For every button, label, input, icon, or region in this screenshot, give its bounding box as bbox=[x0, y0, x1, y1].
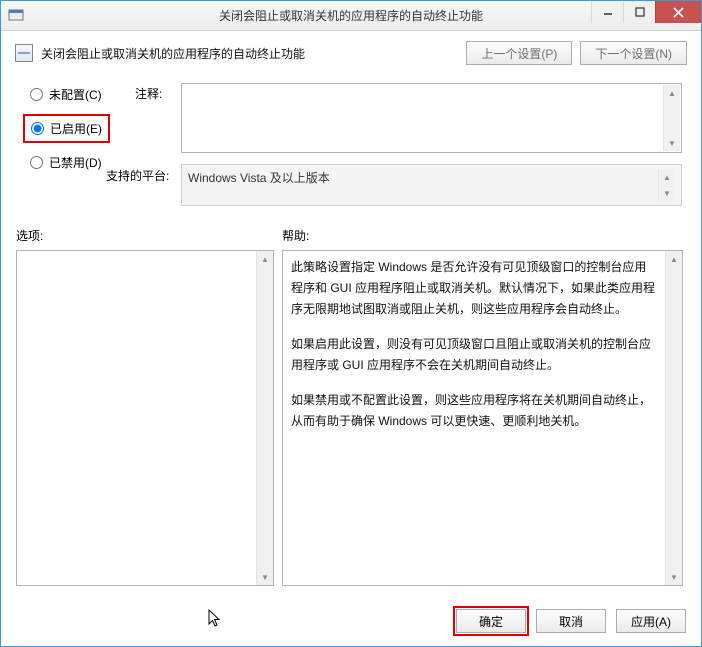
dialog-footer: 确定 取消 应用(A) bbox=[456, 609, 686, 633]
maximize-button[interactable] bbox=[623, 1, 655, 23]
radio-enabled-label: 已启用(E) bbox=[50, 120, 102, 137]
scroll-up-icon[interactable]: ▲ bbox=[666, 251, 682, 267]
radio-disabled[interactable]: 已禁用(D) bbox=[26, 152, 107, 173]
options-panel: ▲ ▼ bbox=[16, 250, 274, 586]
radio-enabled-input[interactable] bbox=[31, 122, 44, 135]
help-panel: 此策略设置指定 Windows 是否允许没有可见顶级窗口的控制台应用程序和 GU… bbox=[282, 250, 683, 586]
help-paragraph-1: 此策略设置指定 Windows 是否允许没有可见顶级窗口的控制台应用程序和 GU… bbox=[291, 257, 657, 320]
scroll-up-icon: ▲ bbox=[659, 169, 675, 185]
scroll-down-icon: ▼ bbox=[659, 185, 675, 201]
platform-scrollbar: ▲ ▼ bbox=[658, 169, 675, 201]
help-paragraph-3: 如果禁用或不配置此设置，则这些应用程序将在关机期间自动终止，从而有助于确保 Wi… bbox=[291, 390, 657, 432]
comment-scrollbar[interactable]: ▲ ▼ bbox=[663, 85, 680, 151]
help-label: 帮助: bbox=[282, 227, 309, 244]
supported-on-box: Windows Vista 及以上版本 ▲ ▼ bbox=[181, 164, 682, 206]
radio-disabled-label: 已禁用(D) bbox=[49, 154, 102, 171]
scroll-down-icon[interactable]: ▼ bbox=[666, 569, 682, 585]
supported-on-text: Windows Vista 及以上版本 bbox=[188, 169, 658, 201]
comment-label: 注释: bbox=[135, 85, 162, 102]
supported-on-label: 支持的平台: bbox=[106, 167, 169, 184]
radio-disabled-input[interactable] bbox=[30, 156, 43, 169]
previous-setting-button[interactable]: 上一个设置(P) bbox=[466, 41, 572, 65]
radio-not-configured[interactable]: 未配置(C) bbox=[26, 84, 107, 105]
title-bar: 关闭会阻止或取消关机的应用程序的自动终止功能 bbox=[1, 1, 701, 31]
policy-icon bbox=[15, 44, 33, 62]
options-scrollbar[interactable]: ▲ ▼ bbox=[256, 251, 273, 585]
radio-enabled[interactable]: 已启用(E) bbox=[26, 117, 107, 140]
ok-button[interactable]: 确定 bbox=[456, 609, 526, 633]
comment-textarea[interactable]: ▲ ▼ bbox=[181, 83, 682, 153]
scroll-down-icon[interactable]: ▼ bbox=[257, 569, 273, 585]
help-scrollbar[interactable]: ▲ ▼ bbox=[665, 251, 682, 585]
radio-not-configured-input[interactable] bbox=[30, 88, 43, 101]
next-setting-button[interactable]: 下一个设置(N) bbox=[580, 41, 687, 65]
system-icon bbox=[8, 8, 24, 24]
help-paragraph-2: 如果启用此设置，则没有可见顶级窗口且阻止或取消关机的控制台应用程序或 GUI 应… bbox=[291, 334, 657, 376]
close-button[interactable] bbox=[655, 1, 701, 23]
scroll-up-icon[interactable]: ▲ bbox=[664, 85, 680, 101]
cursor-icon bbox=[208, 609, 224, 629]
state-radio-group: 未配置(C) 已启用(E) 已禁用(D) bbox=[26, 84, 107, 173]
policy-title: 关闭会阻止或取消关机的应用程序的自动终止功能 bbox=[41, 45, 305, 62]
options-label: 选项: bbox=[16, 227, 43, 244]
minimize-button[interactable] bbox=[591, 1, 623, 23]
apply-button[interactable]: 应用(A) bbox=[616, 609, 686, 633]
window-buttons bbox=[591, 1, 701, 23]
radio-not-configured-label: 未配置(C) bbox=[49, 86, 102, 103]
cancel-button[interactable]: 取消 bbox=[536, 609, 606, 633]
scroll-up-icon[interactable]: ▲ bbox=[257, 251, 273, 267]
scroll-down-icon[interactable]: ▼ bbox=[664, 135, 680, 151]
